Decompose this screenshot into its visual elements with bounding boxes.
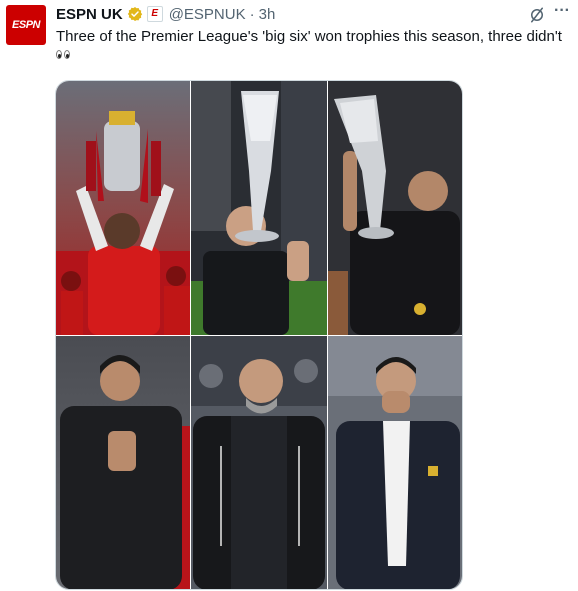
photo-conference-league-trophy[interactable] bbox=[328, 81, 462, 335]
more-options-icon[interactable]: ··· bbox=[552, 3, 572, 23]
separator-dot: · bbox=[249, 5, 255, 23]
photo-man-city-manager[interactable] bbox=[191, 336, 327, 589]
photo-arsenal-manager[interactable] bbox=[56, 336, 190, 589]
photo-man-united-manager[interactable] bbox=[328, 336, 462, 589]
timestamp[interactable]: 3h bbox=[259, 6, 276, 23]
eye-right-icon bbox=[64, 50, 70, 59]
avatar[interactable]: ESPN bbox=[6, 5, 46, 45]
avatar-logo-text: ESPN bbox=[12, 19, 40, 31]
affiliate-badge-text: E bbox=[151, 8, 159, 19]
account-name[interactable]: ESPN UK bbox=[56, 6, 123, 23]
account-handle[interactable]: @ESPNUK bbox=[169, 6, 246, 23]
photo-premier-league-trophy[interactable] bbox=[56, 81, 190, 335]
eye-left-icon bbox=[56, 50, 62, 59]
affiliate-badge[interactable]: E bbox=[146, 6, 163, 22]
tweet-header: ESPN UK E @ESPNUK · 3h bbox=[56, 4, 275, 24]
tweet-text: Three of the Premier League's 'big six' … bbox=[56, 28, 562, 45]
eyes-emoji-icon bbox=[56, 50, 70, 64]
verified-badge-icon bbox=[127, 7, 142, 21]
grok-icon[interactable] bbox=[528, 6, 546, 24]
media-grid[interactable] bbox=[55, 80, 463, 590]
photo-europa-league-trophy[interactable] bbox=[191, 81, 327, 335]
